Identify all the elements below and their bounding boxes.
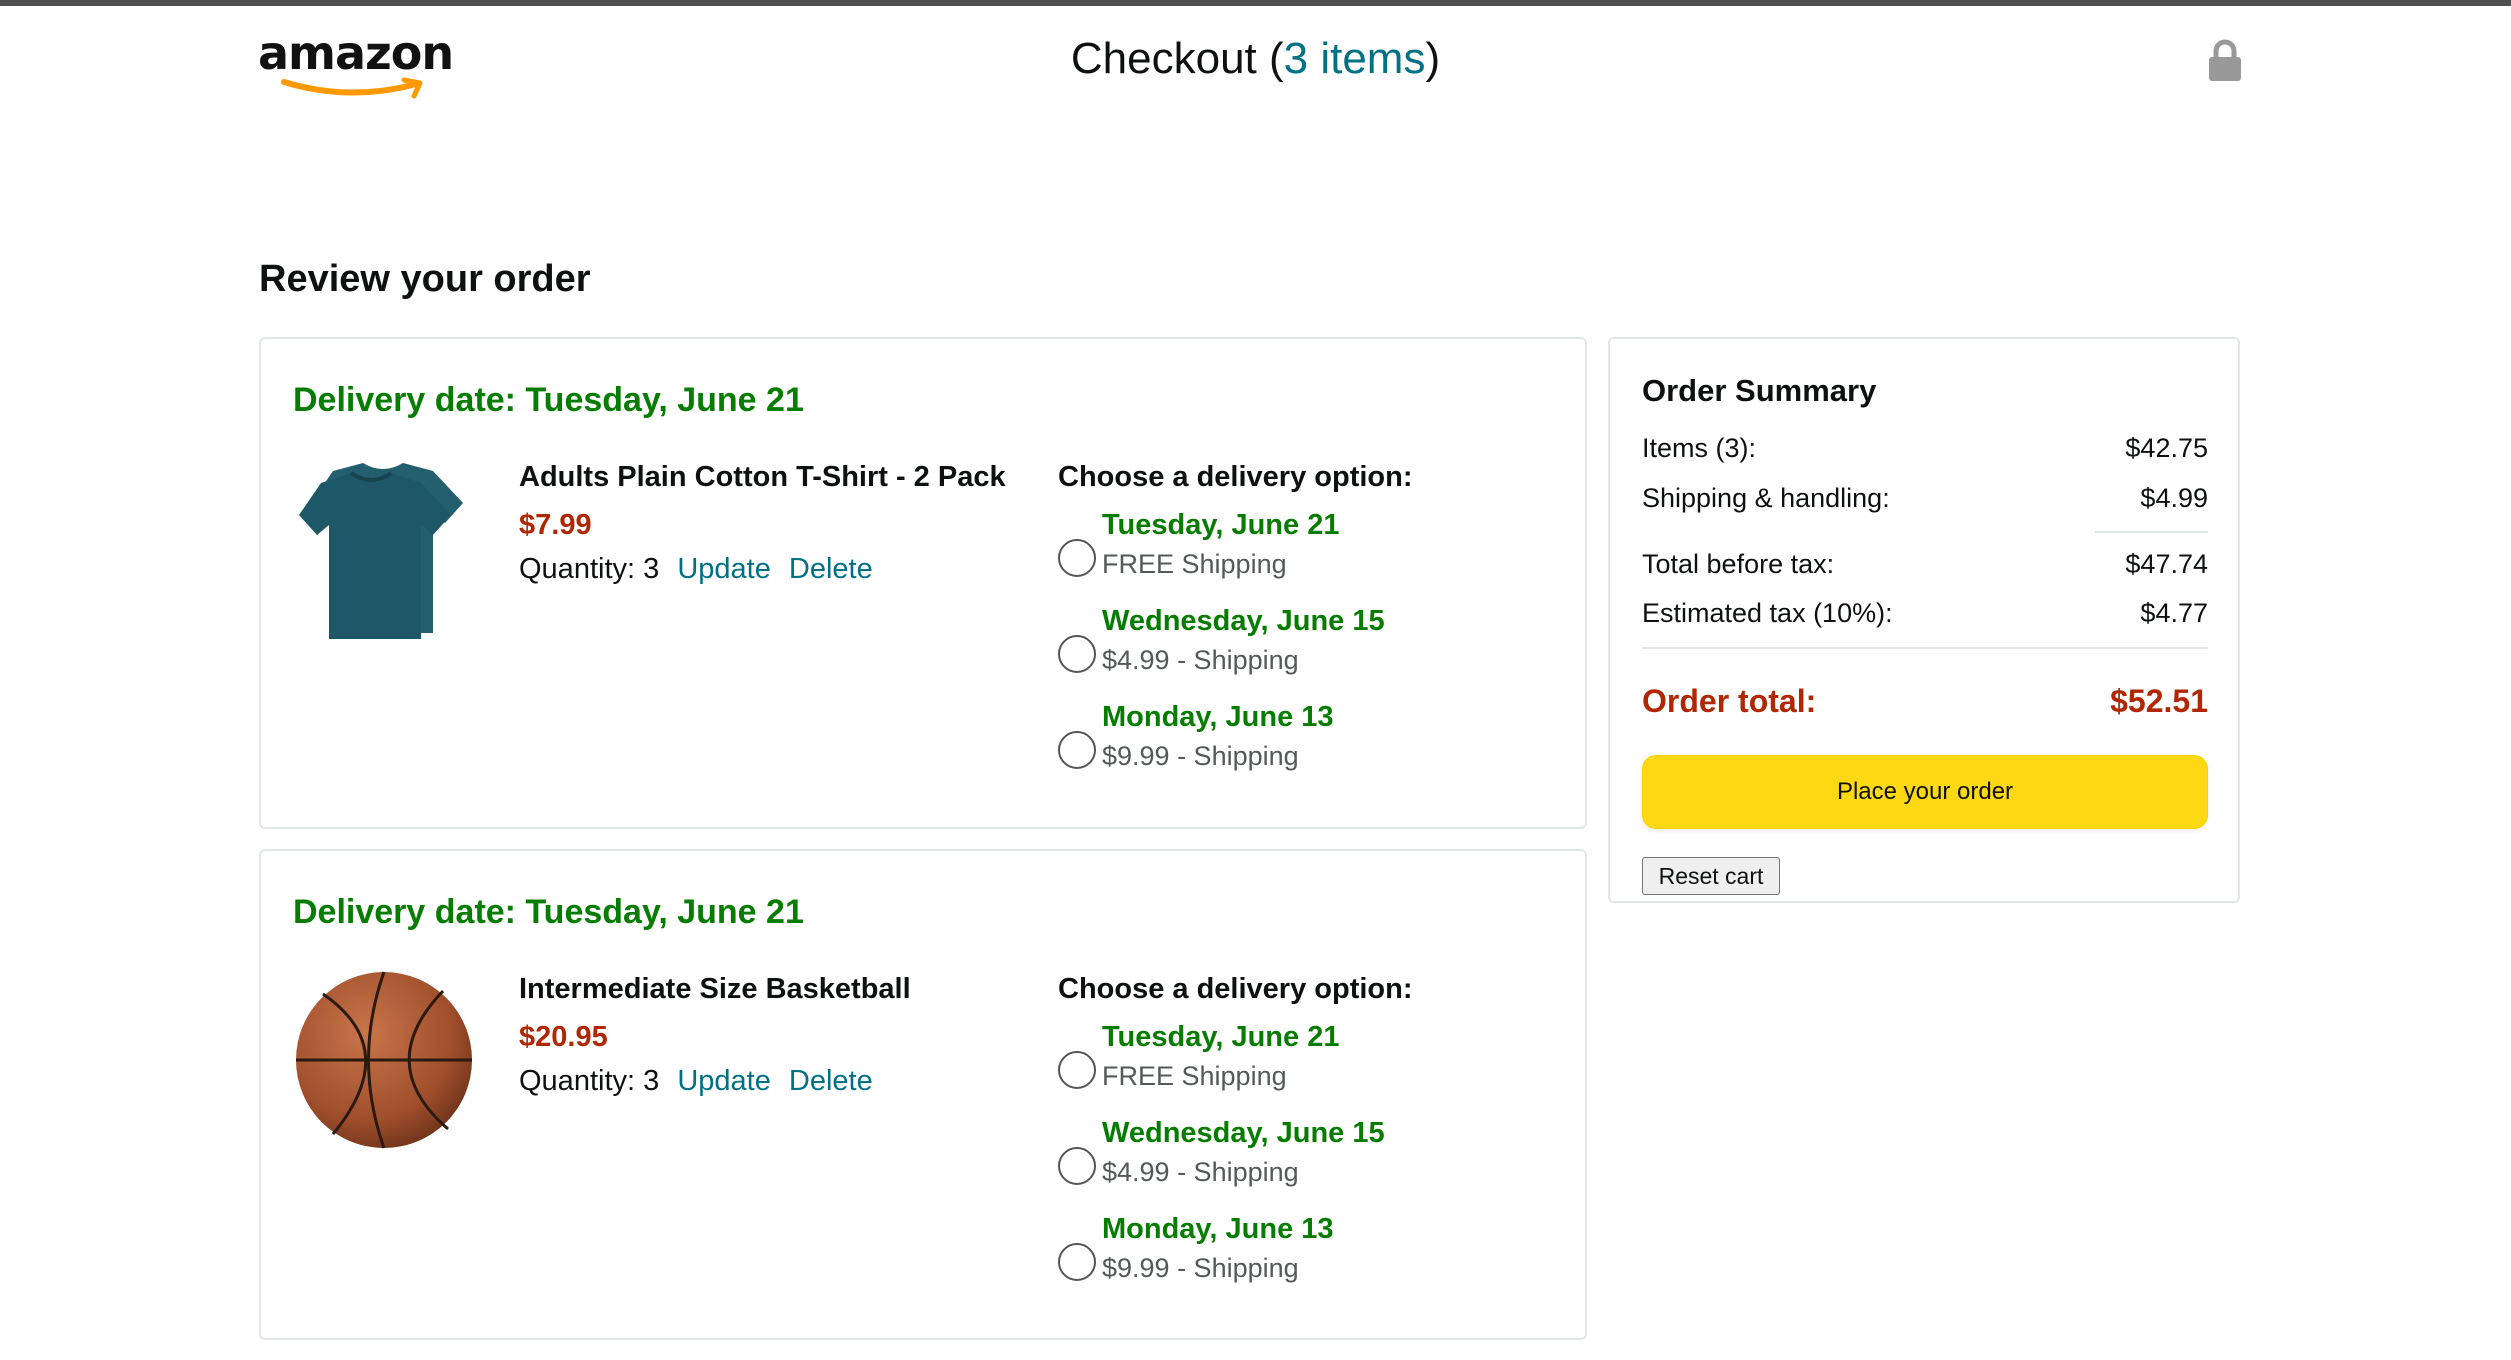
summary-before-tax-value: $47.74: [2125, 549, 2208, 579]
product-quantity-row: Quantity: 3 Update Delete: [519, 1065, 873, 1098]
delivery-option-date: Tuesday, June 21: [1102, 1021, 1340, 1053]
delivery-option-price: FREE Shipping: [1102, 1061, 1287, 1091]
summary-tax-value: $4.77: [2140, 598, 2208, 628]
delete-item-link[interactable]: Delete: [789, 1065, 873, 1097]
delivery-option-date: Monday, June 13: [1102, 1213, 1334, 1245]
delivery-date: Delivery date: Tuesday, June 21: [293, 893, 804, 931]
items-count-link[interactable]: 3 items: [1284, 34, 1426, 83]
update-quantity-link[interactable]: Update: [677, 553, 771, 585]
delivery-option[interactable]: Monday, June 13 $9.99 - Shipping: [1058, 701, 1478, 781]
summary-tax-label: Estimated tax (10%):: [1642, 598, 1893, 628]
order-total-value: $52.51: [2110, 683, 2208, 719]
delivery-option[interactable]: Tuesday, June 21 FREE Shipping: [1058, 1021, 1478, 1101]
delivery-option-date: Monday, June 13: [1102, 701, 1334, 733]
delivery-radio[interactable]: [1058, 539, 1096, 577]
checkout-header: amazon Checkout (3 items): [0, 6, 2511, 116]
summary-divider: [2095, 531, 2208, 533]
quantity-label: Quantity: 3: [519, 553, 660, 585]
update-quantity-link[interactable]: Update: [677, 1065, 771, 1097]
product-quantity-row: Quantity: 3 Update Delete: [519, 553, 873, 586]
order-summary-panel: Order Summary Items (3): $42.75 Shipping…: [1608, 337, 2240, 903]
summary-title: Order Summary: [1642, 373, 1877, 408]
delivery-option[interactable]: Tuesday, June 21 FREE Shipping: [1058, 509, 1478, 589]
delivery-option-date: Wednesday, June 15: [1102, 1117, 1385, 1149]
delivery-radio[interactable]: [1058, 635, 1096, 673]
checkout-label: Checkout (: [1070, 34, 1284, 83]
delivery-radio[interactable]: [1058, 731, 1096, 769]
product-price: $20.95: [519, 1021, 608, 1053]
delivery-option-price: $9.99 - Shipping: [1102, 1253, 1299, 1283]
delivery-option-price: $4.99 - Shipping: [1102, 645, 1299, 675]
delivery-radio[interactable]: [1058, 1051, 1096, 1089]
summary-before-tax-label: Total before tax:: [1642, 549, 1835, 579]
delivery-option-price: $4.99 - Shipping: [1102, 1157, 1299, 1187]
quantity-label: Quantity: 3: [519, 1065, 660, 1097]
checkout-close-paren: ): [1425, 34, 1441, 83]
page-title: Checkout (3 items): [0, 34, 2511, 84]
reset-cart-button[interactable]: Reset cart: [1642, 857, 1780, 895]
summary-shipping-label: Shipping & handling:: [1642, 483, 1890, 513]
order-item-card: Delivery date: Tuesday, June 21 Intermed…: [259, 849, 1587, 1340]
delivery-option-date: Tuesday, June 21: [1102, 509, 1340, 541]
summary-items-label: Items (3):: [1642, 433, 1757, 463]
delivery-option[interactable]: Wednesday, June 15 $4.99 - Shipping: [1058, 1117, 1478, 1197]
tshirt-product-image: [299, 463, 463, 639]
delivery-option[interactable]: Monday, June 13 $9.99 - Shipping: [1058, 1213, 1478, 1293]
delivery-option-price: $9.99 - Shipping: [1102, 741, 1299, 771]
delivery-option[interactable]: Wednesday, June 15 $4.99 - Shipping: [1058, 605, 1478, 685]
summary-divider: [1642, 647, 2208, 649]
delivery-option-date: Wednesday, June 15: [1102, 605, 1385, 637]
summary-shipping-value: $4.99: [2140, 483, 2208, 513]
basketball-product-image: [296, 971, 472, 1149]
product-name: Adults Plain Cotton T-Shirt - 2 Pack: [519, 461, 1006, 493]
delete-item-link[interactable]: Delete: [789, 553, 873, 585]
order-item-card: Delivery date: Tuesday, June 21 Adults P…: [259, 337, 1587, 829]
summary-items-value: $42.75: [2125, 433, 2208, 463]
delivery-date: Delivery date: Tuesday, June 21: [293, 381, 804, 419]
delivery-radio[interactable]: [1058, 1147, 1096, 1185]
product-price: $7.99: [519, 509, 592, 541]
review-heading: Review your order: [259, 258, 591, 300]
delivery-option-heading: Choose a delivery option:: [1058, 973, 1413, 1005]
lock-icon: [2209, 39, 2241, 81]
place-order-button[interactable]: Place your order: [1642, 755, 2208, 829]
delivery-option-heading: Choose a delivery option:: [1058, 461, 1413, 493]
delivery-option-price: FREE Shipping: [1102, 549, 1287, 579]
order-total-label: Order total:: [1642, 683, 1817, 719]
product-name: Intermediate Size Basketball: [519, 973, 911, 1005]
delivery-radio[interactable]: [1058, 1243, 1096, 1281]
